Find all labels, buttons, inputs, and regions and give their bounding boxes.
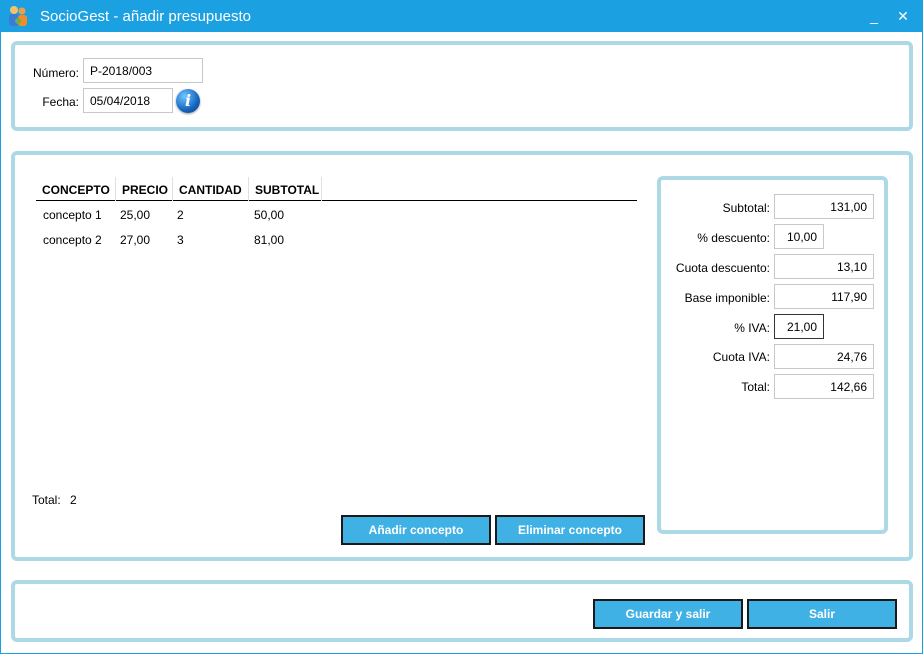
fecha-label: Fecha: bbox=[42, 95, 79, 109]
info-icon[interactable]: i bbox=[176, 89, 200, 113]
cell-concepto: concepto 1 bbox=[43, 208, 102, 222]
people-app-icon bbox=[9, 6, 27, 26]
iva-pct-label: % IVA: bbox=[734, 321, 770, 335]
cuota-iva-label: Cuota IVA: bbox=[712, 350, 770, 364]
numero-label: Número: bbox=[32, 66, 79, 80]
minimize-button[interactable]: _ bbox=[863, 5, 885, 27]
numero-field[interactable]: P-2018/003 bbox=[83, 58, 203, 83]
descuento-pct-label: % descuento: bbox=[697, 231, 770, 245]
close-button[interactable]: ✕ bbox=[892, 5, 914, 27]
column-header-precio[interactable]: PRECIO bbox=[116, 177, 173, 201]
remove-concept-button[interactable]: Eliminar concepto bbox=[495, 515, 645, 545]
save-and-exit-button[interactable]: Guardar y salir bbox=[593, 599, 743, 629]
total-label: Total: bbox=[741, 380, 770, 394]
cell-precio: 25,00 bbox=[120, 208, 151, 222]
base-imponible-label: Base imponible: bbox=[684, 291, 770, 305]
cell-cantidad: 2 bbox=[177, 208, 184, 222]
column-header-cantidad[interactable]: CANTIDAD bbox=[173, 177, 249, 201]
cell-subtotal: 50,00 bbox=[254, 208, 285, 222]
total-field[interactable]: 142,66 bbox=[774, 374, 874, 399]
column-header-subtotal[interactable]: SUBTOTAL bbox=[249, 177, 322, 201]
cell-precio: 27,00 bbox=[120, 233, 151, 247]
items-table-header: CONCEPTO PRECIO CANTIDAD SUBTOTAL bbox=[36, 177, 637, 201]
subtotal-label: Subtotal: bbox=[722, 201, 770, 215]
cuota-descuento-label: Cuota descuento: bbox=[675, 261, 770, 275]
minimize-icon: _ bbox=[870, 8, 878, 24]
window-title: SocioGest - añadir presupuesto bbox=[40, 8, 251, 25]
cell-subtotal: 81,00 bbox=[254, 233, 285, 247]
column-header-concepto[interactable]: CONCEPTO bbox=[36, 177, 116, 201]
close-icon: ✕ bbox=[897, 8, 909, 24]
app-window: SocioGest - añadir presupuesto _ ✕ Númer… bbox=[0, 0, 923, 654]
fecha-field[interactable]: 05/04/2018 bbox=[83, 88, 173, 113]
title-bar[interactable]: SocioGest - añadir presupuesto _ ✕ bbox=[1, 1, 922, 32]
cuota-iva-field[interactable]: 24,76 bbox=[774, 344, 874, 369]
cell-cantidad: 3 bbox=[177, 233, 184, 247]
exit-button[interactable]: Salir bbox=[747, 599, 897, 629]
info-icon-glyph: i bbox=[184, 91, 192, 110]
cuota-descuento-field[interactable]: 13,10 bbox=[774, 254, 874, 279]
iva-pct-field[interactable]: 21,00 bbox=[774, 314, 824, 339]
descuento-pct-field[interactable]: 10,00 bbox=[774, 224, 824, 249]
row-count-value: 2 bbox=[70, 493, 77, 507]
header-panel bbox=[11, 41, 913, 131]
cell-concepto: concepto 2 bbox=[43, 233, 102, 247]
subtotal-field[interactable]: 131,00 bbox=[774, 194, 874, 219]
base-imponible-field[interactable]: 117,90 bbox=[774, 284, 874, 309]
row-count-label: Total: bbox=[32, 493, 61, 507]
add-concept-button[interactable]: Añadir concepto bbox=[341, 515, 491, 545]
